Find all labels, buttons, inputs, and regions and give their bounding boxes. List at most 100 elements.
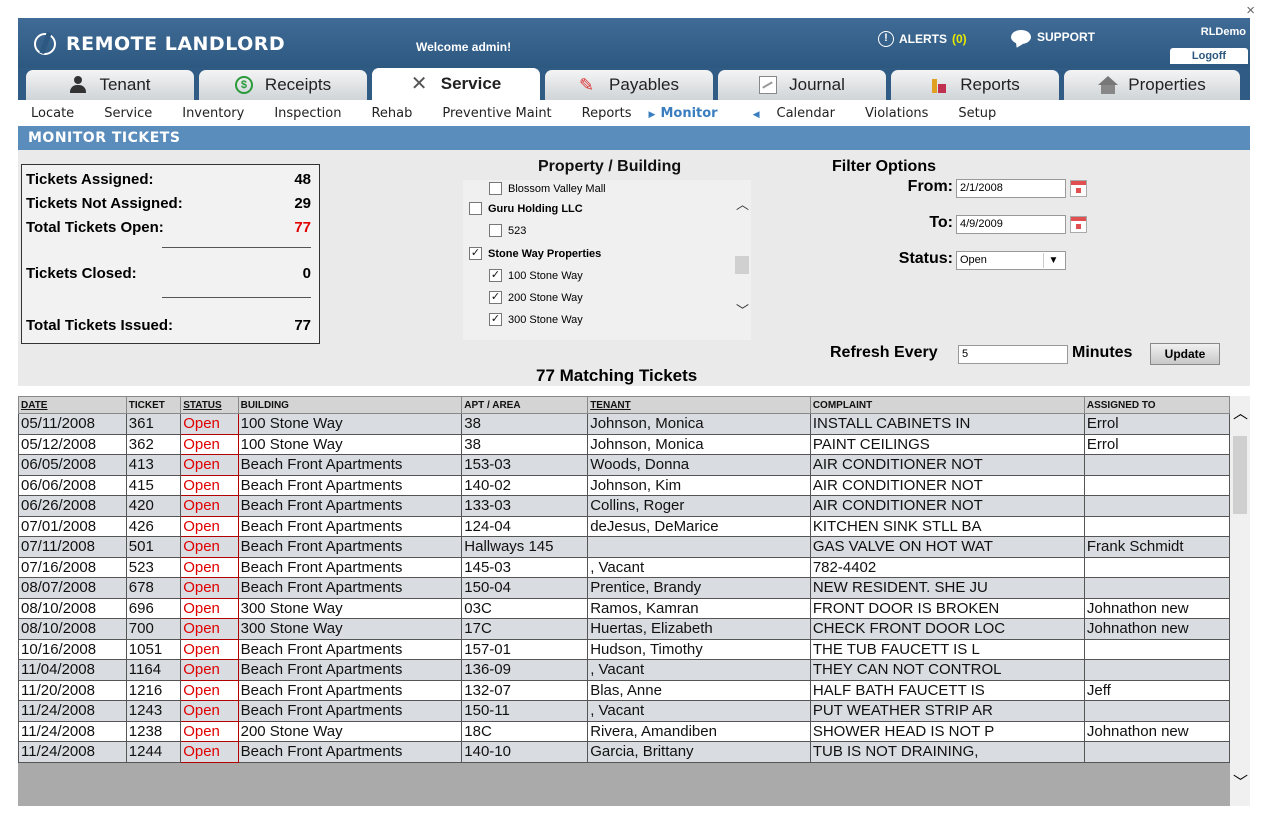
tab-reports[interactable]: Reports bbox=[891, 70, 1059, 100]
table-row[interactable]: 11/24/2008 1238 Open 200 Stone Way 18C Rivera… bbox=[18, 720, 1231, 742]
table-row[interactable]: 07/16/2008 523 Open Beach Front Apartments 1… bbox=[18, 556, 1231, 578]
col-tenant[interactable]: TENANT bbox=[587, 396, 811, 414]
tab-service[interactable]: ✕ Service bbox=[372, 68, 540, 100]
subnav-violations[interactable]: Violations bbox=[865, 106, 928, 121]
table-row[interactable]: 11/24/2008 1243 Open Beach Front Apartments… bbox=[18, 700, 1231, 722]
calendar-icon[interactable] bbox=[1070, 180, 1087, 197]
checkbox-checked[interactable]: ✓ bbox=[489, 291, 502, 304]
alerts-link[interactable]: ! ALERTS (0) bbox=[878, 31, 967, 47]
property-item[interactable]: ✓ Stone Way Properties bbox=[469, 247, 601, 260]
from-date-input[interactable]: 2/1/2008 bbox=[956, 179, 1066, 198]
subnav-monitor[interactable]: ▶ Monitor ◀ bbox=[644, 106, 765, 121]
tab-payables[interactable]: ✎ Payables bbox=[545, 70, 713, 100]
col-date[interactable]: DATE bbox=[18, 396, 127, 414]
cell-building: Beach Front Apartments bbox=[237, 454, 463, 476]
person-icon bbox=[69, 76, 87, 94]
table-row[interactable]: 07/01/2008 426 Open Beach Front Apartments 1… bbox=[18, 515, 1231, 537]
table-row[interactable]: 06/26/2008 420 Open Beach Front Apartments 1… bbox=[18, 495, 1231, 517]
cell-building: Beach Front Apartments bbox=[237, 556, 463, 578]
property-item[interactable]: Blossom Valley Mall bbox=[489, 182, 606, 195]
subnav-inspection[interactable]: Inspection bbox=[274, 106, 341, 121]
property-scrollbar[interactable]: ︿ ﹀ bbox=[733, 180, 751, 340]
status-select[interactable]: Open ▼ bbox=[956, 251, 1066, 270]
checkbox[interactable] bbox=[469, 202, 482, 215]
checkbox-checked[interactable]: ✓ bbox=[489, 313, 502, 326]
checkbox[interactable] bbox=[489, 224, 502, 237]
subnav-service[interactable]: Service bbox=[104, 106, 152, 121]
cell-apt-area: 150-04 bbox=[461, 577, 589, 599]
checkbox-checked[interactable]: ✓ bbox=[469, 247, 482, 260]
cell-tenant: Johnson, Monica bbox=[587, 433, 811, 455]
subnav-setup[interactable]: Setup bbox=[958, 106, 996, 121]
close-icon[interactable]: × bbox=[1246, 2, 1255, 19]
scroll-thumb[interactable] bbox=[1233, 436, 1247, 514]
arrow-right-icon: ▶ bbox=[648, 109, 656, 120]
cell-assigned-to bbox=[1083, 474, 1231, 496]
table-row[interactable]: 05/11/2008 361 Open 100 Stone Way 38 Johnson,… bbox=[18, 413, 1231, 435]
cell-date: 11/24/2008 bbox=[18, 720, 127, 742]
property-item[interactable]: ✓ 200 Stone Way bbox=[489, 291, 583, 304]
filter-title: Filter Options bbox=[832, 158, 936, 175]
tab-receipts[interactable]: $ Receipts bbox=[199, 70, 367, 100]
chevron-down-icon[interactable]: ﹀ bbox=[1233, 771, 1248, 792]
chevron-down-icon: ▼ bbox=[1043, 253, 1063, 268]
cell-tenant: Rivera, Amandiben bbox=[587, 720, 811, 742]
scroll-thumb[interactable] bbox=[735, 256, 749, 274]
subnav-inventory[interactable]: Inventory bbox=[182, 106, 244, 121]
subnav-reports[interactable]: Reports bbox=[582, 106, 632, 121]
tab-label: Journal bbox=[789, 75, 845, 94]
house-icon bbox=[1098, 76, 1119, 94]
cell-assigned-to: Errol bbox=[1083, 413, 1231, 435]
table-row[interactable]: 06/05/2008 413 Open Beach Front Apartments 1… bbox=[18, 454, 1231, 476]
chevron-up-icon[interactable]: ︿ bbox=[736, 194, 749, 213]
cell-date: 06/06/2008 bbox=[18, 474, 127, 496]
cell-status: Open bbox=[180, 618, 239, 640]
summary-closed: Tickets Closed: 0 bbox=[26, 265, 311, 282]
table-row[interactable]: 07/11/2008 501 Open Beach Front Apartments H… bbox=[18, 536, 1231, 558]
chevron-down-icon[interactable]: ﹀ bbox=[736, 300, 749, 319]
table-row[interactable]: 06/06/2008 415 Open Beach Front Apartments 1… bbox=[18, 474, 1231, 496]
cell-complaint: THEY CAN NOT CONTROL bbox=[809, 659, 1085, 681]
property-item[interactable]: ✓ 300 Stone Way bbox=[489, 313, 583, 326]
property-item[interactable]: 523 bbox=[489, 224, 526, 237]
tab-journal[interactable]: Journal bbox=[718, 70, 886, 100]
table-row[interactable]: 08/07/2008 678 Open Beach Front Apartments 1… bbox=[18, 577, 1231, 599]
checkbox-checked[interactable]: ✓ bbox=[489, 269, 502, 282]
cell-tenant: Prentice, Brandy bbox=[587, 577, 811, 599]
tab-tenant[interactable]: Tenant bbox=[26, 70, 194, 100]
subnav-calendar[interactable]: Calendar bbox=[777, 106, 835, 121]
table-row[interactable]: 11/04/2008 1164 Open Beach Front Apartments… bbox=[18, 659, 1231, 681]
cell-complaint: AIR CONDITIONER NOT bbox=[809, 474, 1085, 496]
table-row[interactable]: 10/16/2008 1051 Open Beach Front Apartments… bbox=[18, 638, 1231, 660]
to-date-input[interactable]: 4/9/2009 bbox=[956, 215, 1066, 234]
cell-complaint: 782-4402 bbox=[809, 556, 1085, 578]
table-row[interactable]: 08/10/2008 696 Open 300 Stone Way 03C Ramos, … bbox=[18, 597, 1231, 619]
calendar-icon[interactable] bbox=[1070, 216, 1087, 233]
property-item[interactable]: ✓ 100 Stone Way bbox=[489, 269, 583, 282]
col-ticket: TICKET bbox=[125, 396, 182, 414]
tab-properties[interactable]: Properties bbox=[1064, 70, 1240, 100]
property-item[interactable]: Guru Holding LLC bbox=[469, 202, 583, 215]
subnav-rehab[interactable]: Rehab bbox=[371, 106, 412, 121]
table-scrollbar[interactable]: ︿ ﹀ bbox=[1230, 396, 1250, 806]
refresh-input[interactable]: 5 bbox=[958, 345, 1068, 364]
table-row[interactable]: 05/12/2008 362 Open 100 Stone Way 38 Johnson,… bbox=[18, 433, 1231, 455]
support-label: SUPPORT bbox=[1037, 30, 1096, 44]
cell-date: 11/24/2008 bbox=[18, 700, 127, 722]
cell-ticket: 426 bbox=[125, 515, 182, 537]
support-link[interactable]: SUPPORT bbox=[1011, 30, 1095, 44]
chevron-up-icon[interactable]: ︿ bbox=[1233, 402, 1248, 423]
cell-building: Beach Front Apartments bbox=[237, 495, 463, 517]
subnav-preventive-maint[interactable]: Preventive Maint bbox=[442, 106, 551, 121]
table-row[interactable]: 11/20/2008 1216 Open Beach Front Apartments… bbox=[18, 679, 1231, 701]
cell-building: 300 Stone Way bbox=[237, 597, 463, 619]
table-row[interactable]: 11/24/2008 1244 Open Beach Front Apartments… bbox=[18, 741, 1231, 763]
checkbox[interactable] bbox=[489, 182, 502, 195]
cell-assigned-to bbox=[1083, 659, 1231, 681]
logo-icon bbox=[34, 33, 56, 55]
update-button[interactable]: Update bbox=[1150, 343, 1220, 365]
logoff-button[interactable]: Logoff bbox=[1170, 48, 1248, 64]
subnav-locate[interactable]: Locate bbox=[31, 106, 74, 121]
col-status[interactable]: STATUS bbox=[180, 396, 239, 414]
table-row[interactable]: 08/10/2008 700 Open 300 Stone Way 17C Huertas… bbox=[18, 618, 1231, 640]
